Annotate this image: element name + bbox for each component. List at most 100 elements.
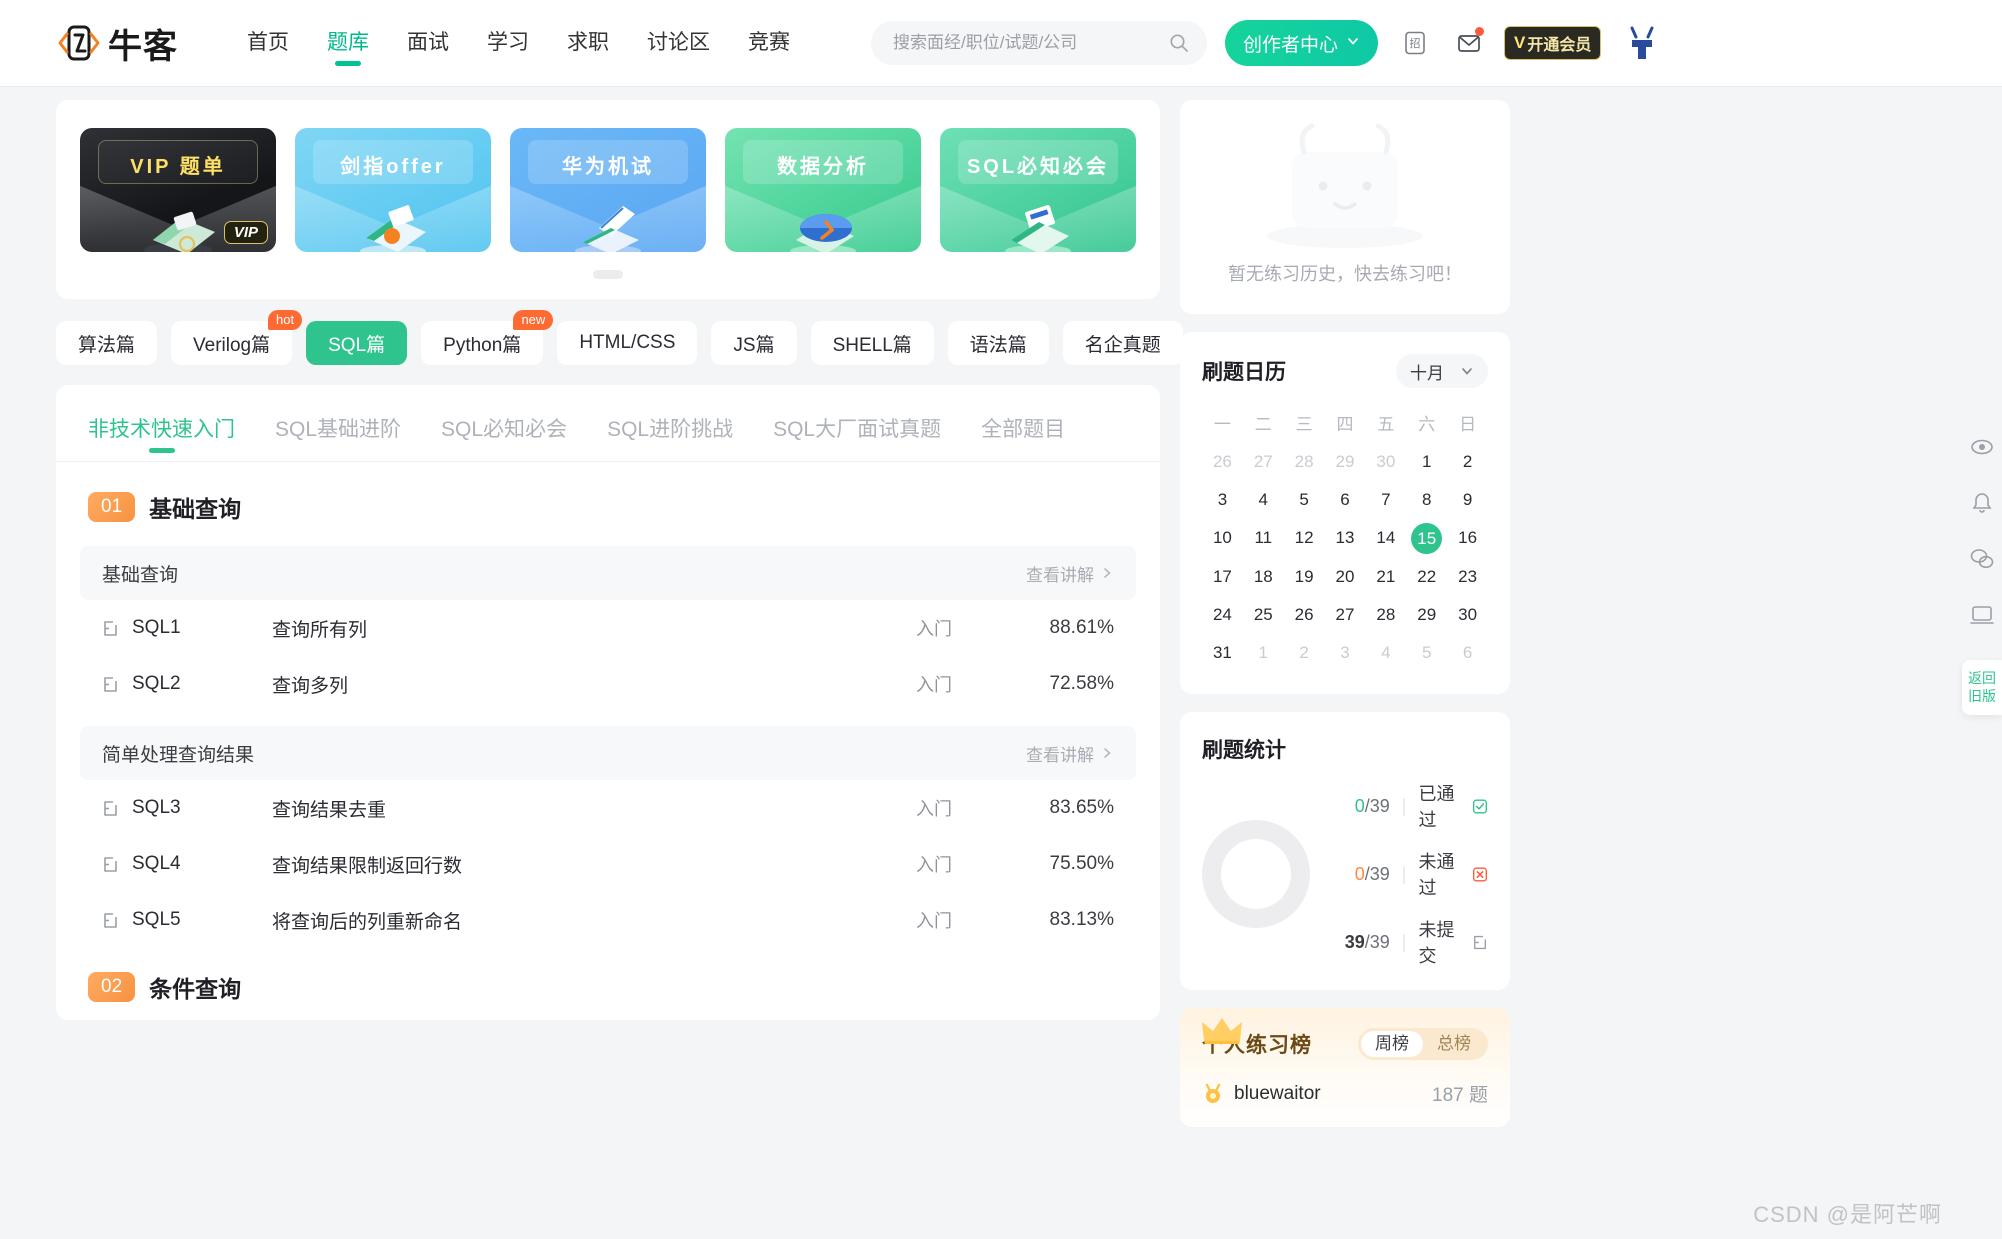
calendar-day[interactable]: 2	[1284, 634, 1325, 672]
calendar-day[interactable]: 19	[1284, 558, 1325, 596]
calendar-day[interactable]: 14	[1365, 519, 1406, 558]
carousel-indicator[interactable]	[593, 270, 623, 279]
nav-item-forum[interactable]: 讨论区	[628, 0, 729, 86]
nav-item-interview[interactable]: 面试	[388, 0, 468, 86]
table-row[interactable]: SQL3 查询结果去重 入门 83.65%	[80, 780, 1136, 836]
weekday-label: 二	[1254, 415, 1272, 434]
table-row[interactable]: SQL5 将查询后的列重新命名 入门 83.13%	[80, 892, 1136, 948]
calendar-day[interactable]: 28	[1365, 596, 1406, 634]
ranking-tab-overall[interactable]: 总榜	[1423, 1031, 1485, 1057]
nav-item-question-bank[interactable]: 题库	[308, 0, 388, 86]
calendar-day[interactable]: 24	[1202, 596, 1243, 634]
mobile-app-icon[interactable]	[1965, 598, 1999, 632]
calendar-day[interactable]: 4	[1243, 481, 1284, 519]
pill-grammar[interactable]: 语法篇	[947, 321, 1049, 365]
wechat-icon[interactable]	[1965, 542, 1999, 576]
question-id: SQL1	[132, 617, 181, 638]
search-box[interactable]	[871, 21, 1207, 65]
calendar-day[interactable]: 29	[1406, 596, 1447, 634]
calendar-day[interactable]: 22	[1406, 558, 1447, 596]
pill-html-css[interactable]: HTML/CSS	[557, 321, 698, 365]
subtab-sql-must-know[interactable]: SQL必知必会	[441, 413, 567, 461]
subtab-sql-interview[interactable]: SQL大厂面试真题	[773, 413, 941, 461]
calendar-day[interactable]: 30	[1447, 596, 1488, 634]
notification-bell-icon[interactable]	[1965, 486, 1999, 520]
subtab-all-questions[interactable]: 全部题目	[981, 413, 1065, 461]
calendar-day[interactable]: 1	[1243, 634, 1284, 672]
subtab-sql-advanced[interactable]: SQL进阶挑战	[607, 413, 733, 461]
search-icon[interactable]	[1169, 33, 1189, 53]
calendar-day[interactable]: 10	[1202, 519, 1243, 558]
pill-famous-company[interactable]: 名企真题	[1062, 321, 1183, 365]
nav-item-study[interactable]: 学习	[468, 0, 548, 86]
feedback-eye-icon[interactable]	[1965, 430, 1999, 464]
calendar-day[interactable]: 11	[1243, 519, 1284, 558]
calendar-day[interactable]: 13	[1325, 519, 1366, 558]
calendar-day[interactable]: 6	[1325, 481, 1366, 519]
question-pass-rate: 83.65%	[1049, 797, 1114, 818]
calendar-day[interactable]: 5	[1406, 634, 1447, 672]
calendar-day[interactable]: 21	[1365, 558, 1406, 596]
site-logo[interactable]: 牛客	[56, 19, 178, 68]
calendar-day[interactable]: 31	[1202, 634, 1243, 672]
calendar-day[interactable]: 18	[1243, 558, 1284, 596]
stat-count: 39	[1344, 931, 1365, 952]
calendar-day[interactable]: 9	[1447, 481, 1488, 519]
calendar-day[interactable]: 6	[1447, 634, 1488, 672]
calendar-day[interactable]: 17	[1202, 558, 1243, 596]
vip-upgrade-button[interactable]: V 开通会员	[1504, 26, 1602, 60]
list-item[interactable]: bluewaitor 187 题	[1202, 1080, 1488, 1107]
calendar-day[interactable]: 27	[1243, 443, 1284, 481]
banner-card-offer[interactable]: 剑指offer	[295, 128, 491, 252]
subtab-sql-basic[interactable]: SQL基础进阶	[275, 413, 401, 461]
ranking-tab-weekly[interactable]: 周榜	[1361, 1031, 1423, 1057]
messages-icon-button[interactable]	[1452, 26, 1486, 60]
nav-item-contest[interactable]: 竞赛	[729, 0, 809, 86]
pill-sql[interactable]: SQL篇	[306, 321, 408, 365]
calendar-day[interactable]: 16	[1447, 519, 1488, 558]
back-to-old-version-button[interactable]: 返回 旧版	[1962, 660, 2002, 715]
banner-card-huawei[interactable]: 华为机试	[510, 128, 706, 252]
calendar-day[interactable]: 25	[1243, 596, 1284, 634]
table-row[interactable]: SQL4 查询结果限制返回行数 入门 75.50%	[80, 836, 1136, 892]
table-row[interactable]: SQL2 查询多列 入门 72.58%	[80, 656, 1136, 712]
calendar-day[interactable]: 28	[1284, 443, 1325, 481]
calendar-day[interactable]: 4	[1365, 634, 1406, 672]
month-selector[interactable]: 十月	[1396, 354, 1488, 388]
table-row[interactable]: SQL1 查询所有列 入门 88.61%	[80, 600, 1136, 656]
calendar-day[interactable]: 20	[1325, 558, 1366, 596]
calendar-day[interactable]: 29	[1325, 443, 1366, 481]
pill-verilog[interactable]: Verilog篇 hot	[171, 310, 303, 365]
calendar-day[interactable]: 26	[1202, 443, 1243, 481]
calendar-day[interactable]: 26	[1284, 596, 1325, 634]
calendar-day[interactable]: 3	[1325, 634, 1366, 672]
calendar-day[interactable]: 12	[1284, 519, 1325, 558]
banner-card-data-analysis[interactable]: 数据分析	[725, 128, 921, 252]
calendar-day-today[interactable]: 15	[1406, 519, 1447, 558]
nav-item-home[interactable]: 首页	[228, 0, 308, 86]
creator-center-button[interactable]: 创作者中心	[1225, 20, 1379, 66]
user-avatar[interactable]	[1619, 20, 1665, 66]
calendar-day[interactable]: 5	[1284, 481, 1325, 519]
pill-algorithm[interactable]: 算法篇	[56, 321, 158, 365]
calendar-day[interactable]: 8	[1406, 481, 1447, 519]
view-explanation-link[interactable]: 查看讲解	[1026, 561, 1114, 586]
pill-shell[interactable]: SHELL篇	[810, 321, 934, 365]
view-explanation-link[interactable]: 查看讲解	[1026, 741, 1114, 766]
calendar-day[interactable]: 30	[1365, 443, 1406, 481]
calendar-day[interactable]: 27	[1325, 596, 1366, 634]
pill-python[interactable]: Python篇 new	[421, 310, 554, 365]
banner-card-vip[interactable]: VIP 题单 VIP	[80, 128, 276, 252]
nav-item-jobs[interactable]: 求职	[548, 0, 628, 86]
calendar-day[interactable]: 3	[1202, 481, 1243, 519]
banner-card-sql[interactable]: SQL必知必会	[940, 128, 1136, 252]
divider: |	[1401, 795, 1407, 816]
calendar-day[interactable]: 1	[1406, 443, 1447, 481]
calendar-day[interactable]: 7	[1365, 481, 1406, 519]
calendar-day[interactable]: 2	[1447, 443, 1488, 481]
calendar-day[interactable]: 23	[1447, 558, 1488, 596]
recruit-icon-button[interactable]: 招	[1398, 26, 1432, 60]
pill-js[interactable]: JS篇	[711, 321, 797, 365]
search-input[interactable]	[893, 33, 1161, 53]
subtab-quick-start[interactable]: 非技术快速入门	[88, 413, 235, 461]
